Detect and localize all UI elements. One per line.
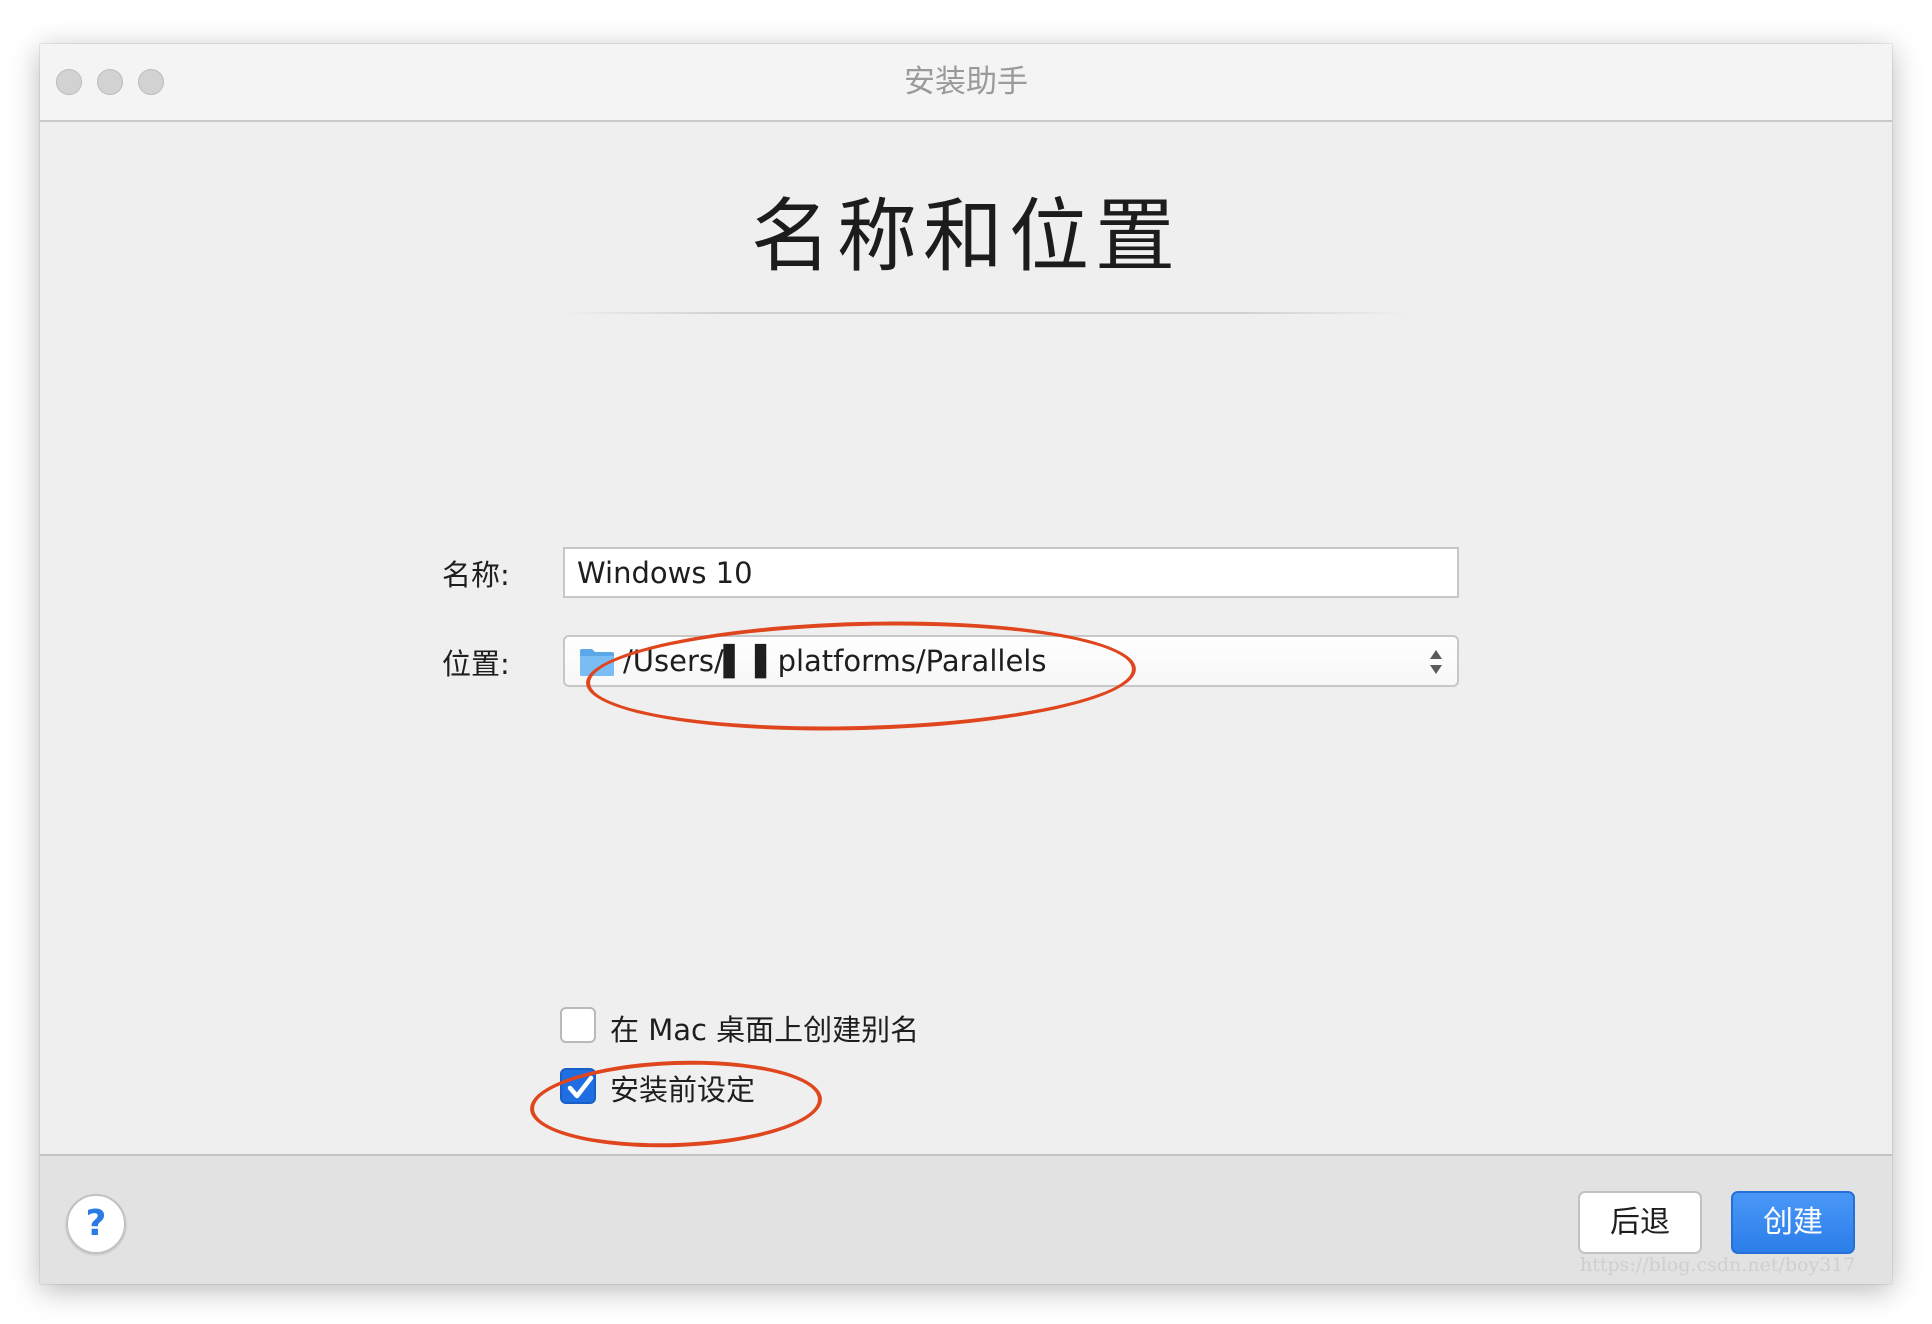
name-label: 名称:: [442, 558, 510, 592]
desktop-alias-checkbox[interactable]: [560, 1007, 596, 1043]
installer-window: 安装助手 名称和位置 名称: 位置: /Users/▌ ▌platforms/P…: [40, 44, 1892, 1284]
location-select[interactable]: /Users/▌ ▌platforms/Parallels: [563, 635, 1459, 687]
help-button[interactable]: ?: [66, 1194, 126, 1254]
configure-before-install-checkbox[interactable]: [560, 1068, 596, 1104]
checkmark-icon: [567, 1075, 594, 1099]
create-button[interactable]: 创建: [1731, 1191, 1855, 1254]
name-input[interactable]: [563, 547, 1459, 598]
folder-icon: [580, 649, 614, 676]
configure-before-install-label: 安装前设定: [610, 1073, 756, 1107]
window-title: 安装助手: [904, 64, 1028, 100]
location-path: /Users/▌ ▌platforms/Parallels: [623, 644, 1047, 678]
title-divider: [560, 312, 1410, 314]
page-title: 名称和位置: [751, 190, 1181, 283]
question-mark-icon: ?: [85, 1203, 107, 1244]
up-down-arrows-icon: [1430, 650, 1442, 674]
watermark: https://blog.csdn.net/boy317: [1580, 1254, 1856, 1276]
location-label: 位置:: [442, 647, 510, 681]
title-bar: 安装助手: [40, 44, 1892, 122]
desktop-alias-label: 在 Mac 桌面上创建别名: [610, 1013, 920, 1047]
back-button[interactable]: 后退: [1578, 1191, 1702, 1254]
